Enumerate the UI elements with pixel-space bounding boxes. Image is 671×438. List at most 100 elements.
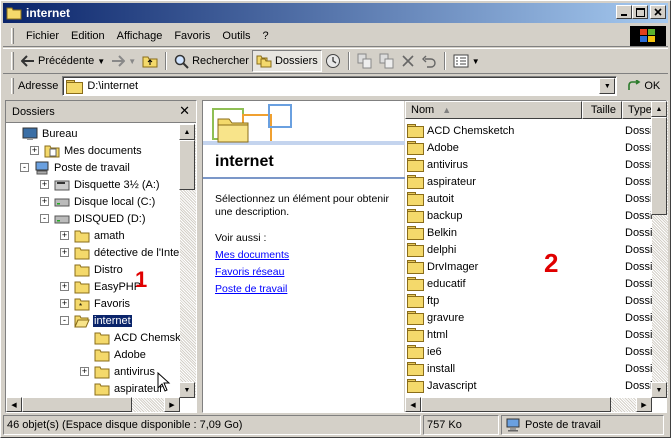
expand-icon[interactable]: + xyxy=(80,367,89,376)
link-favoris-reseau[interactable]: Favoris réseau xyxy=(215,266,284,278)
tree-item[interactable]: + détective de l'Intern xyxy=(60,244,182,261)
tree-item[interactable]: - Poste de travail xyxy=(20,159,131,176)
toolbar-grip[interactable] xyxy=(11,52,14,70)
file-row[interactable]: install Dossi xyxy=(407,360,665,377)
scroll-up-button[interactable]: ▲ xyxy=(651,101,667,117)
file-row[interactable]: antivirus Dossi xyxy=(407,156,665,173)
menu-outils[interactable]: Outils xyxy=(216,28,256,44)
maximize-button[interactable] xyxy=(632,5,648,19)
expand-icon[interactable]: + xyxy=(60,248,69,257)
views-button[interactable]: ▼ xyxy=(450,50,483,72)
forward-dropdown-icon[interactable]: ▼ xyxy=(128,57,136,66)
undo-button[interactable] xyxy=(418,50,440,72)
back-button[interactable]: Précédente ▼ xyxy=(18,50,108,72)
menu-fichier[interactable]: Fichier xyxy=(20,28,65,44)
tree-item[interactable]: + Mes documents xyxy=(30,142,143,159)
folders-button[interactable]: Dossiers xyxy=(251,50,322,72)
tree-item[interactable]: + antivirus xyxy=(80,363,156,380)
expand-icon[interactable]: + xyxy=(40,180,49,189)
tree-item[interactable]: + * Favoris xyxy=(60,295,131,312)
link-mes-documents[interactable]: Mes documents xyxy=(215,249,289,261)
address-dropdown-button[interactable]: ▼ xyxy=(599,78,616,94)
scroll-down-button[interactable]: ▼ xyxy=(179,382,195,398)
menu-affichage[interactable]: Affichage xyxy=(111,28,169,44)
column-header-type[interactable]: Type xyxy=(622,101,652,119)
title-bar[interactable]: internet xyxy=(3,3,668,23)
list-vertical-scrollbar[interactable]: ▲ ▼ xyxy=(651,101,668,398)
address-input[interactable]: D:\internet ▼ xyxy=(62,76,618,96)
scroll-down-button[interactable]: ▼ xyxy=(651,382,667,398)
scroll-thumb[interactable] xyxy=(421,397,611,412)
close-button[interactable] xyxy=(650,5,666,19)
column-header-name[interactable]: Nom ▲ xyxy=(405,101,582,119)
tree-item[interactable]: aspirateur xyxy=(94,380,164,397)
file-row[interactable]: aspirateur Dossi xyxy=(407,173,665,190)
file-row[interactable]: educatif Dossi xyxy=(407,275,665,292)
minimize-button[interactable] xyxy=(616,5,632,19)
tree-item[interactable]: Adobe xyxy=(94,346,147,363)
tree-item[interactable]: - internet xyxy=(60,312,133,329)
file-row[interactable]: Adobe Dossi xyxy=(407,139,665,156)
tree-item[interactable]: + EasyPHP xyxy=(60,278,142,295)
tree-item[interactable]: + amath xyxy=(60,227,126,244)
tree-item[interactable]: - DISQUED (D:) xyxy=(40,210,147,227)
tree-item[interactable]: + Disque local (C:) xyxy=(40,193,156,210)
expand-icon[interactable]: + xyxy=(40,197,49,206)
scroll-right-button[interactable]: ▶ xyxy=(164,397,180,412)
file-name: ie6 xyxy=(427,345,442,358)
file-row[interactable]: DrvImager Dossi xyxy=(407,258,665,275)
go-button[interactable]: OK xyxy=(627,80,660,92)
collapse-icon[interactable]: - xyxy=(60,316,69,325)
file-row[interactable]: ACD Chemsketch Dossi xyxy=(407,122,665,139)
list-horizontal-scrollbar[interactable]: ◀ ▶ xyxy=(405,397,652,412)
tree-item[interactable]: Bureau xyxy=(22,125,78,142)
up-button[interactable] xyxy=(139,50,161,72)
addressbar-grip[interactable] xyxy=(11,78,14,94)
scroll-left-button[interactable]: ◀ xyxy=(6,397,22,412)
views-icon xyxy=(453,54,469,68)
folder-webview: internet Sélectionnez un élément pour ob… xyxy=(203,101,405,412)
collapse-icon[interactable]: - xyxy=(40,214,49,223)
file-row[interactable]: ie6 Dossi xyxy=(407,343,665,360)
tree-item[interactable]: + Disquette 3½ (A:) xyxy=(40,176,161,193)
scroll-thumb[interactable] xyxy=(22,397,132,412)
file-row[interactable]: html Dossi xyxy=(407,326,665,343)
file-row[interactable]: Belkin Dossi xyxy=(407,224,665,241)
link-poste-de-travail[interactable]: Poste de travail xyxy=(215,283,287,295)
file-row[interactable]: ftp Dossi xyxy=(407,292,665,309)
expand-icon[interactable]: + xyxy=(30,146,39,155)
views-dropdown-icon[interactable]: ▼ xyxy=(472,57,480,66)
move-to-button[interactable] xyxy=(354,50,376,72)
expand-icon[interactable]: + xyxy=(60,231,69,240)
collapse-icon[interactable]: - xyxy=(20,163,29,172)
menubar-grip[interactable] xyxy=(11,27,14,44)
tree-item[interactable]: ACD Chemsketc xyxy=(94,329,182,346)
tree-vertical-scrollbar[interactable]: ▲ ▼ xyxy=(179,124,196,398)
close-icon[interactable]: ✕ xyxy=(179,103,190,119)
column-header-size[interactable]: Taille xyxy=(582,101,622,119)
file-row[interactable]: backup Dossi xyxy=(407,207,665,224)
folder-icon xyxy=(74,229,90,243)
menu-help[interactable]: ? xyxy=(257,28,275,44)
search-button[interactable]: Rechercher xyxy=(171,50,252,72)
delete-button[interactable] xyxy=(398,50,418,72)
scroll-right-button[interactable]: ▶ xyxy=(636,397,652,412)
back-dropdown-icon[interactable]: ▼ xyxy=(97,57,105,66)
tree-horizontal-scrollbar[interactable]: ◀ ▶ xyxy=(6,397,180,412)
menu-favoris[interactable]: Favoris xyxy=(168,28,216,44)
copy-to-button[interactable] xyxy=(376,50,398,72)
scroll-thumb[interactable] xyxy=(179,140,195,190)
file-row[interactable]: autoit Dossi xyxy=(407,190,665,207)
expand-icon[interactable]: + xyxy=(60,282,69,291)
scroll-up-button[interactable]: ▲ xyxy=(179,124,195,140)
scroll-left-button[interactable]: ◀ xyxy=(405,397,421,412)
file-row[interactable]: delphi Dossi xyxy=(407,241,665,258)
forward-button[interactable]: ▼ xyxy=(108,50,139,72)
expand-icon[interactable]: + xyxy=(60,299,69,308)
history-button[interactable] xyxy=(322,50,344,72)
file-row[interactable]: Javascript Dossi xyxy=(407,377,665,394)
menu-edition[interactable]: Edition xyxy=(65,28,111,44)
file-row[interactable]: gravure Dossi xyxy=(407,309,665,326)
tree-item[interactable]: Distro xyxy=(74,261,124,278)
scroll-thumb[interactable] xyxy=(651,117,667,215)
